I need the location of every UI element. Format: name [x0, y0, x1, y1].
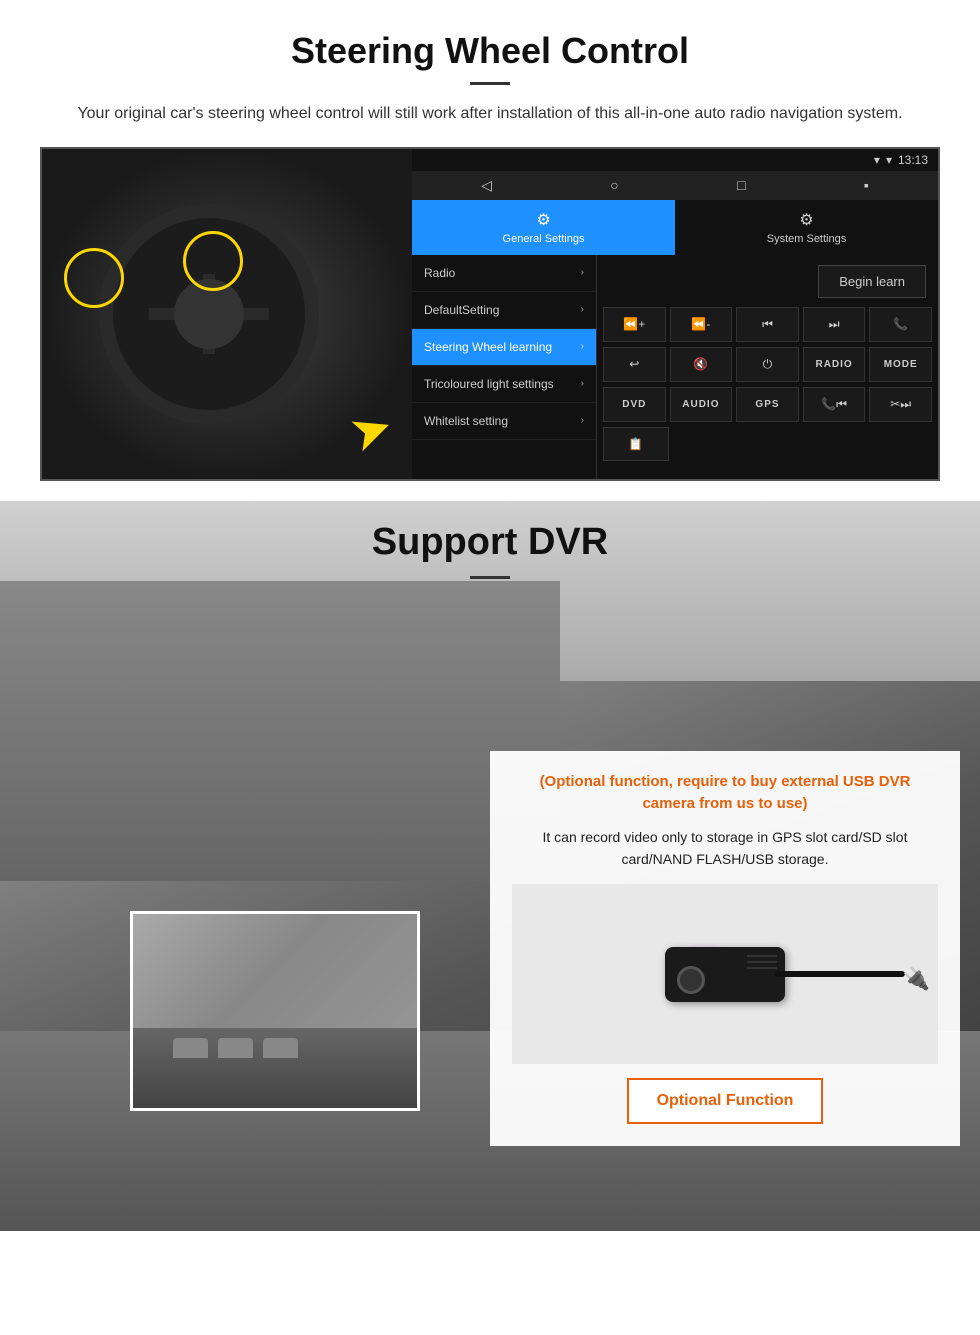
dvr-section: Support DVR (Optional function, require …: [0, 501, 980, 1231]
menu-item-whitelist[interactable]: Whitelist setting ›: [412, 403, 596, 440]
tab-row: ⚙ General Settings ⚙ System Settings: [412, 200, 938, 255]
ctrl-vol-down[interactable]: ⏪-: [670, 307, 733, 342]
tab-system-label: System Settings: [767, 233, 846, 245]
dvr-title: Support DVR: [0, 521, 980, 564]
ctrl-vol-up[interactable]: ⏪+: [603, 307, 666, 342]
menu-steering-arrow: ›: [581, 341, 584, 352]
ctrl-mode[interactable]: MODE: [869, 347, 932, 382]
dvr-background: Support DVR (Optional function, require …: [0, 501, 980, 1231]
begin-learn-button[interactable]: Begin learn: [818, 265, 926, 298]
menu-item-radio[interactable]: Radio ›: [412, 255, 596, 292]
ctrl-power[interactable]: ⏻: [736, 347, 799, 382]
highlight-circle-right: [183, 231, 243, 291]
menu-radio-label: Radio: [424, 266, 455, 280]
menu-nav-icon[interactable]: ▪: [864, 177, 869, 193]
menu-item-tricolour[interactable]: Tricoloured light settings ›: [412, 366, 596, 403]
menu-radio-arrow: ›: [581, 267, 584, 278]
control-area: Begin learn ⏪+ ⏪- ⏮ ⏭ 📞 ↩ 🔇 ⏻: [597, 255, 938, 479]
ctrl-prev[interactable]: ⏮: [736, 307, 799, 342]
dvr-description: It can record video only to storage in G…: [512, 826, 938, 871]
settings-body: Radio › DefaultSetting › Steering Wheel …: [412, 255, 938, 479]
wifi-icon: ▾: [886, 153, 892, 167]
ctrl-call-prev[interactable]: 📞⏮: [803, 387, 866, 422]
optional-function-button[interactable]: Optional Function: [627, 1078, 824, 1124]
vent-1: [747, 955, 777, 957]
steering-title: Steering Wheel Control: [40, 30, 940, 72]
dvr-optional-text: (Optional function, require to buy exter…: [512, 771, 938, 816]
arrow-icon: ➤: [341, 395, 400, 464]
camera-body: [665, 947, 785, 1002]
ctrl-gps[interactable]: GPS: [736, 387, 799, 422]
thumb-car-3: [263, 1038, 298, 1058]
system-settings-icon: ⚙: [799, 210, 813, 230]
optional-button-container: Optional Function: [512, 1078, 938, 1124]
menu-default-label: DefaultSetting: [424, 303, 499, 317]
android-mockup: ➤ ▾ ▾ 13:13 ◁ ○ □ ▪ ⚙ General Settin: [40, 147, 940, 481]
back-nav-icon[interactable]: ◁: [481, 177, 492, 194]
tab-general-settings[interactable]: ⚙ General Settings: [412, 200, 675, 255]
menu-steering-label: Steering Wheel learning: [424, 340, 552, 354]
home-nav-icon[interactable]: ○: [610, 177, 618, 193]
ctrl-radio[interactable]: RADIO: [803, 347, 866, 382]
steering-section: Steering Wheel Control Your original car…: [0, 0, 980, 501]
usb-icon: 🔌: [903, 966, 930, 992]
menu-item-default[interactable]: DefaultSetting ›: [412, 292, 596, 329]
ctrl-hangup[interactable]: ↩: [603, 347, 666, 382]
menu-item-steering[interactable]: Steering Wheel learning ›: [412, 329, 596, 366]
menu-tricolour-label: Tricoloured light settings: [424, 377, 554, 391]
ctrl-call[interactable]: 📞: [869, 307, 932, 342]
thumb-car-1: [173, 1038, 208, 1058]
menu-whitelist-label: Whitelist setting: [424, 414, 508, 428]
ctrl-next[interactable]: ⏭: [803, 307, 866, 342]
control-grid-row3: DVD AUDIO GPS 📞⏮ ✂⏭: [603, 387, 932, 422]
camera-assembly: 🔌: [665, 947, 785, 1002]
camera-cable: [775, 971, 905, 977]
ctrl-dvd[interactable]: DVD: [603, 387, 666, 422]
recent-nav-icon[interactable]: □: [737, 177, 745, 193]
camera-vents: [747, 955, 777, 969]
control-grid-row1: ⏪+ ⏪- ⏮ ⏭ 📞: [603, 307, 932, 342]
menu-list: Radio › DefaultSetting › Steering Wheel …: [412, 255, 597, 479]
dvr-camera-image: 🔌: [512, 884, 938, 1064]
status-bar: ▾ ▾ 13:13: [412, 149, 938, 171]
dvr-info-card: (Optional function, require to buy exter…: [490, 751, 960, 1147]
menu-default-arrow: ›: [581, 304, 584, 315]
dvr-title-divider: [470, 576, 510, 579]
tab-general-label: General Settings: [503, 233, 585, 245]
menu-tricolour-arrow: ›: [581, 378, 584, 389]
signal-icon: ▾: [874, 153, 880, 167]
thumb-cars: [173, 1038, 298, 1058]
steering-bg: ➤: [42, 149, 412, 479]
highlight-circle-left: [64, 248, 124, 308]
android-settings-panel: ▾ ▾ 13:13 ◁ ○ □ ▪ ⚙ General Settings ⚙ S…: [412, 149, 938, 479]
control-grid-row4: 📋: [603, 427, 932, 461]
menu-whitelist-arrow: ›: [581, 415, 584, 426]
tab-system-settings[interactable]: ⚙ System Settings: [675, 200, 938, 255]
camera-lens: [677, 966, 705, 994]
ctrl-cut-next[interactable]: ✂⏭: [869, 387, 932, 422]
vent-2: [747, 961, 777, 963]
general-settings-icon: ⚙: [536, 210, 550, 230]
vent-3: [747, 967, 777, 969]
title-divider: [470, 82, 510, 85]
begin-learn-row: Begin learn: [603, 261, 932, 302]
nav-bar: ◁ ○ □ ▪: [412, 171, 938, 200]
ctrl-mute[interactable]: 🔇: [670, 347, 733, 382]
ctrl-clipboard[interactable]: 📋: [603, 427, 669, 461]
status-time: 13:13: [898, 153, 928, 167]
steering-subtitle: Your original car's steering wheel contr…: [60, 101, 920, 127]
steering-wheel-image: ➤: [42, 149, 412, 479]
thumb-car-2: [218, 1038, 253, 1058]
dvr-thumbnail: [130, 911, 420, 1111]
ctrl-audio[interactable]: AUDIO: [670, 387, 733, 422]
control-grid-row2: ↩ 🔇 ⏻ RADIO MODE: [603, 347, 932, 382]
dvr-buildings: [0, 581, 560, 881]
